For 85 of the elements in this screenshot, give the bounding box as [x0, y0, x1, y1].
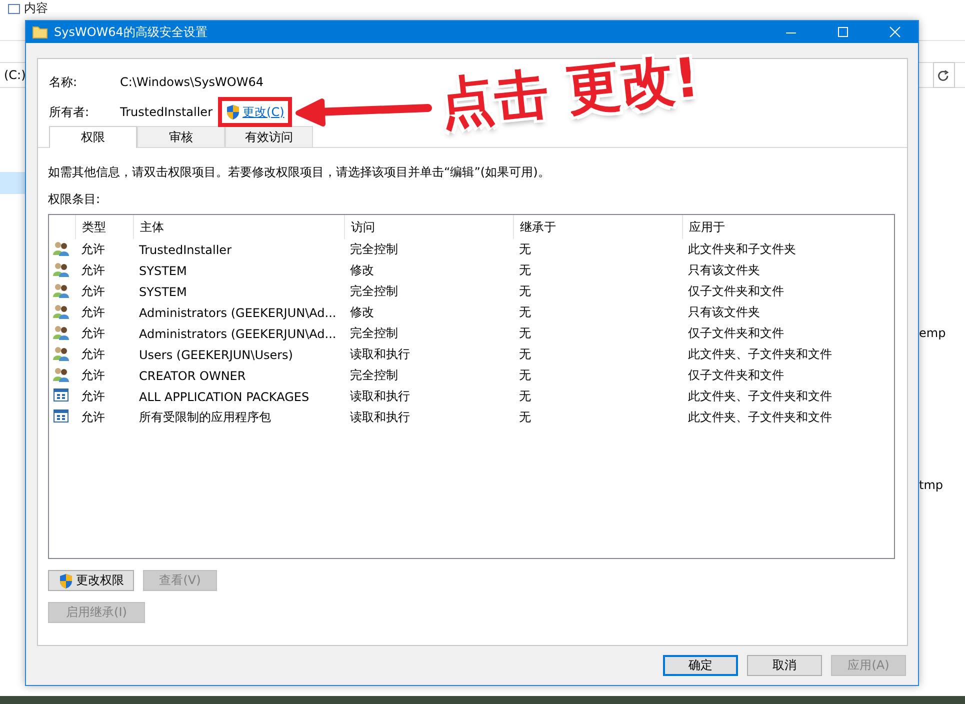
table-cell-text: 完全控制 — [349, 283, 399, 300]
table-cell-text: 此文件夹、子文件夹和文件 — [687, 346, 833, 363]
table-cell-text: 所有受限制的应用程序包 — [138, 409, 272, 426]
table-cell-text: 无 — [518, 325, 532, 342]
change-owner-link[interactable]: 更改(C) — [224, 104, 284, 120]
table-cell-text: 允许 — [80, 367, 106, 384]
users-icon — [53, 366, 69, 382]
address-text: (C:) — [4, 68, 26, 82]
table-cell-text: 完全控制 — [349, 325, 399, 342]
table-cell-text: 读取和执行 — [349, 346, 411, 363]
close-icon[interactable] — [888, 25, 902, 39]
table-cell-text: 修改 — [349, 304, 375, 321]
field-label: 名称: — [49, 74, 78, 90]
table-cell-text: 允许 — [80, 283, 106, 300]
table-cell-text: 仅子文件夹和文件 — [687, 325, 785, 342]
annotation-text: 点击 更改! — [438, 50, 702, 132]
tab[interactable]: 权限 — [49, 126, 137, 148]
table-cell-text: 无 — [518, 346, 532, 363]
table-cell-text: 无 — [518, 283, 532, 300]
refresh-icon[interactable] — [937, 68, 951, 82]
table-cell-text: 无 — [518, 241, 532, 258]
column-header[interactable]: 应用于 — [682, 215, 894, 239]
tab[interactable]: 有效访问 — [225, 126, 313, 147]
tab[interactable]: 审核 — [137, 126, 225, 147]
table-cell-text: 允许 — [80, 262, 106, 279]
list-icon — [8, 4, 20, 14]
folder-icon — [32, 24, 48, 40]
table-cell-text: 此文件夹、子文件夹和文件 — [687, 409, 833, 426]
table-cell-text: Administrators (GEEKERJUN\Ad... — [138, 306, 338, 320]
table-cell-text: 此文件夹、子文件夹和文件 — [687, 388, 833, 405]
users-icon — [53, 240, 69, 256]
info-text: 如需其他信息，请双击权限项目。若要修改权限项目，请选择该项目并单击“编辑”(如果可用)。 — [48, 165, 550, 179]
table-cell-text: 完全控制 — [349, 367, 399, 384]
table-cell-text: TrustedInstaller — [138, 242, 233, 256]
column-header[interactable]: 主体 — [133, 215, 344, 239]
table-cell-text: 允许 — [80, 304, 106, 321]
table-cell-text: 只有该文件夹 — [687, 262, 761, 279]
file-name: tmp — [919, 478, 944, 492]
column-header[interactable]: 访问 — [344, 215, 513, 239]
field-value: TrustedInstaller — [120, 105, 213, 119]
table-cell-text: 仅子文件夹和文件 — [687, 283, 785, 300]
table-cell-text: 无 — [518, 409, 532, 426]
change-permissions-button[interactable]: 更改权限 — [48, 570, 134, 591]
table-cell-text: 修改 — [349, 262, 375, 279]
users-icon — [53, 303, 69, 319]
shield-icon — [224, 104, 241, 120]
column-header[interactable]: 继承于 — [513, 215, 682, 239]
table-cell-text: 允许 — [80, 325, 106, 342]
column-header[interactable]: 类型 — [75, 215, 133, 239]
maximize-icon[interactable] — [836, 25, 850, 39]
users-icon — [53, 282, 69, 298]
file-name: emp — [919, 326, 946, 340]
table-cell-text: 无 — [518, 388, 532, 405]
ribbon-item[interactable]: 内容 — [24, 0, 48, 17]
section-label: 权限条目: — [48, 192, 100, 206]
field-label: 所有者: — [49, 104, 90, 120]
table-cell-text: 允许 — [80, 409, 106, 426]
table-cell-text: 无 — [518, 304, 532, 321]
table-cell-text: 无 — [518, 367, 532, 384]
table-cell-text: 仅子文件夹和文件 — [687, 367, 785, 384]
table-cell-text: 读取和执行 — [349, 388, 411, 405]
table-cell-text: 无 — [518, 262, 532, 279]
shield-icon — [58, 572, 74, 588]
table-cell-text: ALL APPLICATION PACKAGES — [138, 390, 310, 404]
table-cell-text: 允许 — [80, 241, 106, 258]
users-icon — [53, 324, 69, 340]
app-window-icon — [53, 408, 69, 424]
table-cell-text: 完全控制 — [349, 241, 399, 258]
table-cell-text: Administrators (GEEKERJUN\Ad... — [138, 326, 338, 340]
table-cell-text: SYSTEM — [138, 284, 188, 298]
users-icon — [53, 345, 69, 361]
dialog-button[interactable]: 取消 — [747, 655, 822, 676]
table-cell-text: 只有该文件夹 — [687, 304, 761, 321]
table-cell-text: CREATOR OWNER — [138, 368, 247, 382]
window-title: SysWOW64的高级安全设置 — [54, 24, 208, 40]
table-cell-text: Users (GEEKERJUN\Users) — [138, 348, 294, 362]
table-cell-text: 允许 — [80, 388, 106, 405]
table-cell-text: SYSTEM — [138, 264, 188, 278]
table-cell-text: 允许 — [80, 346, 106, 363]
table-cell-text: 读取和执行 — [349, 409, 411, 426]
app-window-icon — [53, 387, 69, 403]
table-cell-text: 此文件夹和子文件夹 — [687, 241, 797, 258]
dialog-button[interactable]: 确定 — [663, 655, 738, 676]
users-icon — [53, 261, 69, 277]
field-value: C:\Windows\SysWOW64 — [120, 75, 264, 89]
